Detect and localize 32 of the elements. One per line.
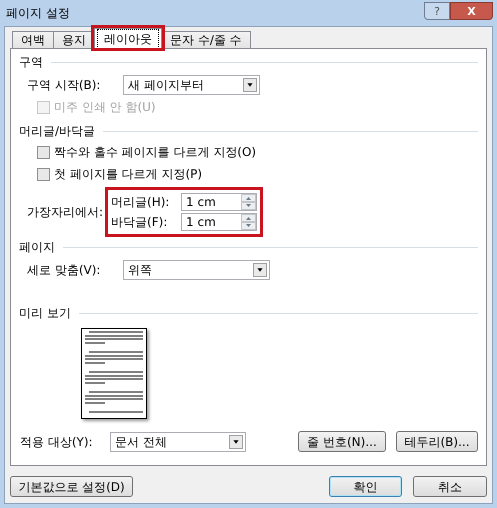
checkbox-label: 짝수와 홀수 페이지를 다르게 지정(O) [54, 144, 256, 161]
apply-to-dropdown[interactable]: 문서 전체 [110, 432, 246, 452]
section-start-dropdown[interactable]: 새 페이지부터 [123, 75, 260, 95]
cancel-button[interactable]: 취소 [413, 476, 487, 497]
tab[interactable]: 여백 [12, 31, 54, 48]
window-title: 페이지 설정 [6, 5, 70, 22]
vertical-alignment-dropdown[interactable]: 위쪽 [123, 260, 270, 280]
group-heading: 구역 [19, 54, 43, 71]
spin-field[interactable]: 1 cm [181, 213, 258, 231]
help-button[interactable]: ? [424, 2, 450, 20]
field-label: 적용 대상(Y): [20, 434, 94, 450]
spinner-arrows-icon [241, 214, 256, 230]
field-label: 바닥글(F): [111, 214, 168, 231]
checkbox-label: 첫 페이지를 다르게 지정(P) [54, 166, 202, 183]
line-numbers-button[interactable]: 줄 번호(N)... [298, 431, 386, 452]
ok-button[interactable]: 확인 [329, 476, 402, 497]
borders-button[interactable]: 테두리(B)... [396, 431, 478, 452]
group-heading: 미리 보기 [19, 305, 71, 322]
group-heading: 머리글/바닥글 [19, 123, 96, 140]
field-label: 구역 시작(B): [27, 77, 102, 94]
field-label: 머리글(H): [111, 194, 170, 211]
group-heading: 페이지 [19, 239, 55, 256]
tab[interactable]: 레이아웃 [94, 28, 162, 48]
close-button[interactable]: X [450, 2, 493, 20]
field-label: 세로 맞춤(V): [27, 262, 102, 279]
spin-field[interactable]: 1 cm [181, 193, 258, 211]
checkbox-label: 미주 인쇄 안 함(U) [54, 99, 156, 116]
checkbox[interactable] [37, 168, 50, 180]
set-default-button[interactable]: 기본값으로 설정(D) [10, 476, 133, 497]
spinner-arrows-icon [241, 194, 256, 210]
field-label: 가장자리에서: [27, 204, 104, 221]
checkbox[interactable] [37, 146, 50, 158]
